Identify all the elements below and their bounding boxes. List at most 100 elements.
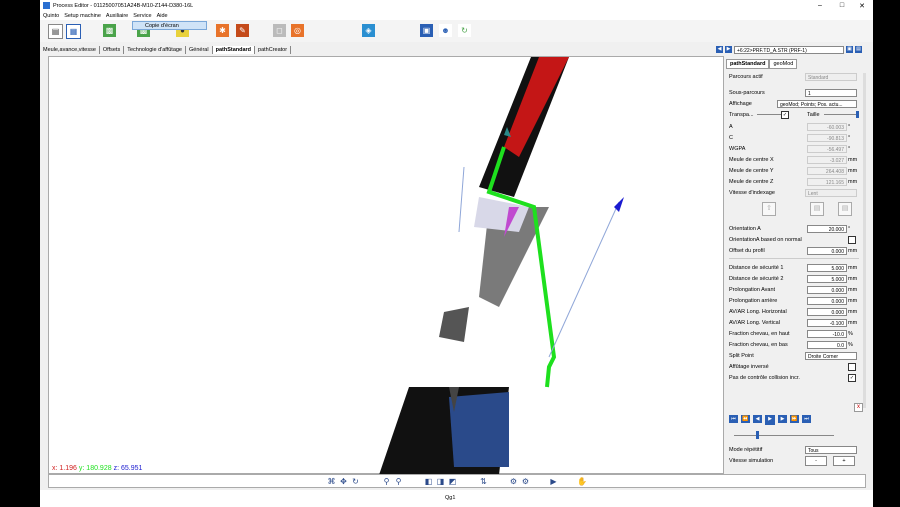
pas-controle-checkbox[interactable]: ✓ xyxy=(848,373,856,382)
param-input[interactable]: -0.100 xyxy=(807,318,847,327)
param-row: Prolongation arrière 0.000 mm xyxy=(729,296,859,305)
tab-pathstandard[interactable]: pathStandard xyxy=(212,45,256,54)
sous-parcours-select[interactable]: 1 xyxy=(805,88,857,97)
grid-tool-icon[interactable]: ▩ xyxy=(103,24,116,37)
path-selector-bar: ◀ ▶ +6:22>PRF.TD_A.STR (PRF-1) ▣ ▤ xyxy=(716,44,862,55)
param-label: Fraction chevau, en bas xyxy=(729,341,788,348)
tab-offsets[interactable]: Offsets xyxy=(100,45,125,54)
mode-repetitif-row: Mode répétitif Tous xyxy=(729,445,859,454)
3d-viewport[interactable] xyxy=(48,56,724,475)
view-top-icon[interactable]: ◩ xyxy=(448,477,457,486)
param-row: Fraction chevau, en bas 0.0 % xyxy=(729,340,859,349)
path-action-2-icon[interactable]: ▤ xyxy=(855,46,862,53)
hand-icon[interactable]: ✋ xyxy=(577,477,587,486)
view-front-icon[interactable]: ◧ xyxy=(424,477,433,486)
speed-decrease-button[interactable]: - xyxy=(805,455,827,466)
play-icon[interactable]: ▶ xyxy=(765,415,775,425)
last-frame-icon[interactable]: ⏭ xyxy=(802,415,811,423)
tool-gray-icon[interactable]: ◻ xyxy=(273,24,286,37)
table-icon[interactable]: ▦ xyxy=(66,24,81,39)
param-unit: mm xyxy=(848,319,858,326)
param-input[interactable]: 5.000 xyxy=(807,274,847,283)
vitesse-indexage-select[interactable]: Lent xyxy=(805,188,857,197)
panel-tab-geomod[interactable]: geoMod xyxy=(769,59,798,69)
path-action-icon[interactable]: ▣ xyxy=(846,46,853,53)
save-icon[interactable]: ▤ xyxy=(48,24,63,39)
fast-forward-icon[interactable]: ⏩ xyxy=(790,415,799,423)
affutage-inverse-checkbox[interactable] xyxy=(848,362,856,371)
close-button[interactable]: ✕ xyxy=(850,0,873,11)
rewind-icon[interactable]: ⏪ xyxy=(741,415,750,423)
axis-line-left xyxy=(458,166,465,233)
affutage-inverse-row: Affûtage inversé xyxy=(729,362,859,371)
field-meule-z-label: Meule de centre Z xyxy=(729,178,774,185)
simulation-close-button[interactable]: x xyxy=(854,403,863,412)
machine-2-icon[interactable]: ⚙ xyxy=(521,477,530,486)
tool-arrow-icon[interactable]: ↻ xyxy=(458,24,471,37)
machine-icon[interactable]: ⚙ xyxy=(509,477,518,486)
panel-tab-pathstandard[interactable]: pathStandard xyxy=(726,59,770,69)
tool-navy-icon[interactable]: ▣ xyxy=(420,24,433,37)
menu-setup-machine[interactable]: Setup machine xyxy=(64,13,101,19)
param-input[interactable]: 0.0 xyxy=(807,340,847,349)
orientation-a-input[interactable]: 20.000 xyxy=(807,224,847,233)
playback-slider-thumb[interactable] xyxy=(756,431,759,439)
axis-line-right xyxy=(548,201,620,358)
taille-slider-thumb[interactable] xyxy=(856,111,859,118)
affichage-label: Affichage xyxy=(729,100,752,107)
split-point-select[interactable]: Droite Corner xyxy=(805,351,857,360)
zoom-fit-icon[interactable]: ⚲ xyxy=(394,477,403,486)
tab-pathcreator[interactable]: pathCreator xyxy=(255,45,292,54)
menu-quinto[interactable]: Quinto xyxy=(43,13,59,19)
tool-user-icon[interactable]: ☻ xyxy=(439,24,452,37)
tool-blue-icon[interactable]: ◈ xyxy=(362,24,375,37)
rotate-icon[interactable]: ↻ xyxy=(351,477,360,486)
menu-service[interactable]: Service xyxy=(133,13,151,19)
step-forward-icon[interactable]: ▶ xyxy=(778,415,787,423)
panel-scrollbar[interactable] xyxy=(863,73,866,408)
step-back-icon[interactable]: ◀ xyxy=(753,415,762,423)
menu-aide[interactable]: Aide xyxy=(157,13,168,19)
field-meule-z-unit: mm xyxy=(848,178,858,185)
param-input[interactable]: -10.0 xyxy=(807,329,847,338)
param-input[interactable]: 0.000 xyxy=(807,296,847,305)
orientation-normal-checkbox[interactable] xyxy=(848,235,856,244)
param-input[interactable]: 0.000 xyxy=(807,307,847,316)
tool-orange-2-icon[interactable]: ✎ xyxy=(236,24,249,37)
play-simulation-icon[interactable]: ▶ xyxy=(549,477,558,486)
zoom-icon[interactable]: ⚲ xyxy=(382,477,391,486)
param-input[interactable]: 5.000 xyxy=(807,263,847,272)
axis-view-icon[interactable]: ⌘ xyxy=(327,477,336,486)
tab-meule[interactable]: Meule,avance,vitesse xyxy=(40,45,100,54)
path-select[interactable]: +6:22>PRF.TD_A.STR (PRF-1) xyxy=(734,45,844,54)
minimize-button[interactable]: – xyxy=(808,0,832,11)
speed-increase-button[interactable]: + xyxy=(833,455,855,466)
tool-orange-1-icon[interactable]: ✱ xyxy=(216,24,229,37)
parcours-actif-select[interactable]: Standard xyxy=(805,72,857,81)
field-meule-y-unit: mm xyxy=(848,167,858,174)
index-load-icon[interactable]: ▤ xyxy=(838,202,852,216)
next-path-icon[interactable]: ▶ xyxy=(725,46,732,53)
menu-dropdown-item[interactable]: Copie d'écran xyxy=(132,21,207,30)
tab-technologie[interactable]: Technologie d'affûtage xyxy=(124,45,186,54)
offset-profil-input[interactable]: 0.000 xyxy=(807,246,847,255)
index-button-icon[interactable]: ⇧ xyxy=(762,202,776,216)
tool-orange-3-icon[interactable]: ◎ xyxy=(291,24,304,37)
pan-icon[interactable]: ✥ xyxy=(339,477,348,486)
view-side-icon[interactable]: ◨ xyxy=(436,477,445,486)
first-frame-icon[interactable]: ⏮ xyxy=(729,415,738,423)
transparency-checkbox[interactable]: ✓ xyxy=(781,110,789,119)
mode-repetitif-select[interactable]: Tous xyxy=(805,445,857,454)
vitesse-indexage-label: Vitesse d'indexage xyxy=(729,189,775,196)
tool-icon[interactable]: ⇅ xyxy=(479,477,488,486)
param-unit: mm xyxy=(848,297,858,304)
vitesse-indexage-row: Vitesse d'indexage Lent xyxy=(729,188,859,197)
param-row: Prolongation Avant 0.000 mm xyxy=(729,285,859,294)
menu-auxiliaire[interactable]: Auxiliaire xyxy=(106,13,128,19)
field-meule-z-row: Meule de centre Z 121.165 mm xyxy=(729,177,859,186)
affichage-select[interactable]: geoMod; Points; Pos. actu... xyxy=(777,99,857,108)
prev-path-icon[interactable]: ◀ xyxy=(716,46,723,53)
index-save-icon[interactable]: ▤ xyxy=(810,202,824,216)
param-input[interactable]: 0.000 xyxy=(807,285,847,294)
tab-general[interactable]: Général xyxy=(186,45,213,54)
